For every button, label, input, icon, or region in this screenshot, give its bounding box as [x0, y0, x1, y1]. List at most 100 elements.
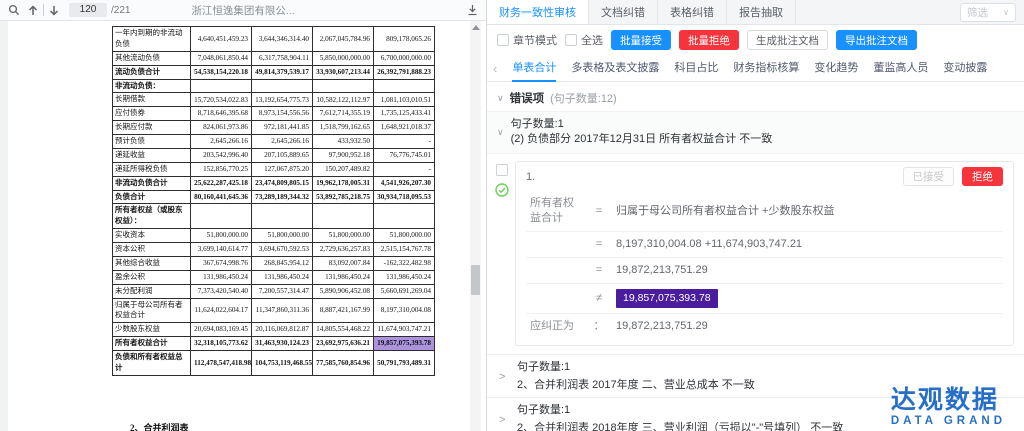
table-cell: 30,934,718,095.53	[374, 190, 435, 204]
formula-label: 应纠正为	[526, 314, 586, 340]
table-cell: 33,930,607,213.44	[313, 65, 374, 79]
item-checkbox[interactable]	[496, 164, 508, 176]
filter-select[interactable]: 筛选 ∨	[960, 3, 1016, 22]
table-cell	[191, 79, 252, 93]
table-row: 应付债券8,718,646,395.688,973,154,556.567,61…	[113, 107, 435, 121]
page-number-input[interactable]: 120	[69, 3, 107, 17]
table-cell: 19,962,178,005.31	[313, 176, 374, 190]
table-cell: 8,197,310,004.08	[374, 298, 435, 323]
highlighted-cell: 19,857,075,393.78	[374, 337, 435, 351]
table-cell: 5,660,691,269.04	[374, 284, 435, 298]
table-cell: -162,322,482.98	[374, 256, 435, 270]
table-cell: 3,694,670,592.53	[252, 243, 313, 257]
table-cell: 2,067,045,784.96	[313, 27, 374, 52]
item-sentence-count: 句子数量:1	[517, 403, 1014, 417]
table-cell: 11,624,022,604.17	[191, 298, 252, 323]
table-row: 预计负债2,645,266.162,645,266.16433,932.50-	[113, 135, 435, 149]
check-category-subtabs: ‹ 单表合计多表格及表文披露科目占比财务指标核算变化趋势董监高人员变动披露	[487, 55, 1024, 82]
audit-panel: 财务一致性审核文档纠错表格纠错报告抽取 筛选 ∨ 章节模式 全选 批量接受 批量…	[487, 0, 1024, 431]
subtab-4[interactable]: 财务指标核算	[733, 55, 799, 82]
error-group-item[interactable]: >句子数量:12、合并利润表 2017年度 二、营业总成本 不一致	[487, 354, 1024, 397]
table-row: 递延收益203,542,996.40207,105,889.6597,900,9…	[113, 148, 435, 162]
scroll-up-icon[interactable]	[472, 25, 480, 30]
viewer-scrollbar[interactable]	[470, 21, 481, 431]
table-row: 所有者权益（或股东权益）：	[113, 204, 435, 229]
table-cell: -	[374, 162, 435, 176]
table-cell: 31,463,930,124.23	[252, 337, 313, 351]
formula-operator: =	[586, 232, 612, 258]
scrollbar-thumb[interactable]	[471, 265, 480, 295]
table-cell	[252, 79, 313, 93]
chevron-right-icon: >	[499, 414, 505, 426]
table-cell: -	[374, 135, 435, 149]
tab-1[interactable]: 财务一致性审核	[487, 0, 589, 24]
table-cell: 131,986,450.24	[252, 270, 313, 284]
check-circle-icon	[495, 183, 509, 197]
batch-accept-button[interactable]: 批量接受	[611, 30, 671, 50]
row-label: 流动负债合计	[113, 65, 191, 79]
tab-4[interactable]: 报告抽取	[727, 0, 796, 24]
subtab-7[interactable]: 变动披露	[943, 55, 987, 82]
row-label: 其他综合收益	[113, 256, 191, 270]
formula-value: 19,872,213,751.29	[612, 258, 1003, 284]
formula-label: 所有者权益合计	[526, 191, 586, 232]
table-cell: 26,392,791,888.23	[374, 65, 435, 79]
filter-label: 筛选	[967, 5, 988, 20]
table-cell: 54,538,154,220.18	[191, 65, 252, 79]
page-down-icon[interactable]	[49, 5, 59, 16]
table-row: 归属于母公司所有者权益合计11,624,022,604.1711,347,860…	[113, 298, 435, 323]
chapter-mode-checkbox[interactable]	[497, 34, 509, 46]
table-row: 未分配利润7,373,420,540.407,200,557,314.475,8…	[113, 284, 435, 298]
download-icon[interactable]	[467, 4, 478, 16]
table-cell: 5,850,000,000.00	[313, 51, 374, 65]
tab-2[interactable]: 文档纠错	[589, 0, 658, 24]
error-detail-section: 1. 已接受 拒绝 所有者权益合计=归属于母公司所有者权益合计 +少数股东权益=…	[487, 154, 1024, 354]
table-cell: 10,582,122,112.97	[313, 93, 374, 107]
table-cell: 51,800,000.00	[191, 229, 252, 243]
subtab-2[interactable]: 多表格及表文披露	[571, 55, 659, 82]
error-section-header[interactable]: ∨ 错误项 (句子数量:12)	[487, 82, 1024, 111]
accepted-button[interactable]: 已接受	[903, 167, 955, 186]
item-sentence-count: 句子数量:1	[517, 360, 1014, 374]
page-margin	[0, 21, 8, 431]
table-cell	[252, 204, 313, 229]
consistency-formula: 所有者权益合计=归属于母公司所有者权益合计 +少数股东权益=8,197,310,…	[526, 191, 1003, 339]
export-annotation-doc-button[interactable]: 导出批注文档	[836, 30, 917, 50]
generate-annotation-doc-button[interactable]: 生成批注文档	[747, 30, 828, 50]
subtab-6[interactable]: 董监高人员	[873, 55, 928, 82]
error-group-item[interactable]: >句子数量:12、合并利润表 2018年度 三、营业利润（亏损以"-"号填列） …	[487, 397, 1024, 431]
table-cell: 131,986,450.24	[191, 270, 252, 284]
error-section-count: (句子数量:12)	[550, 90, 617, 106]
error-section-title: 错误项	[510, 90, 545, 106]
subtab-5[interactable]: 变化趋势	[814, 55, 858, 82]
select-all-toggle[interactable]: 全选	[565, 32, 603, 48]
page-up-icon[interactable]	[28, 5, 38, 16]
row-label: 非流动负债合计	[113, 176, 191, 190]
chevron-down-icon: ∨	[497, 127, 504, 147]
table-row: 负债和所有者权益总计112,478,547,418.98104,753,119,…	[113, 351, 435, 376]
batch-reject-button[interactable]: 批量拒绝	[679, 30, 739, 50]
table-row: 一年内到期的非流动负债4,640,451,459.233,644,346,314…	[113, 27, 435, 52]
row-label: 非流动负债：	[113, 79, 191, 93]
document-area: 一年内到期的非流动负债4,640,451,459.233,644,346,314…	[0, 21, 486, 431]
balance-sheet-table: 一年内到期的非流动负债4,640,451,459.233,644,346,314…	[112, 26, 435, 376]
table-row: 其他综合收益367,674,998.76268,845,954.1283,092…	[113, 256, 435, 270]
chapter-mode-toggle[interactable]: 章节模式	[497, 32, 557, 48]
scroll-left-icon[interactable]: ‹	[493, 62, 497, 75]
table-cell: 51,800,000.00	[374, 229, 435, 243]
reject-button[interactable]: 拒绝	[962, 167, 1003, 186]
error-group-header[interactable]: ∨ 句子数量:1 (2) 负债部分 2017年12月31日 所有者权益合计 不一…	[487, 111, 1024, 154]
table-cell: 80,160,441,645.36	[191, 190, 252, 204]
search-icon[interactable]	[8, 4, 20, 16]
table-cell: 104,753,119,468.55	[252, 351, 313, 376]
table-cell: 1,518,799,162.65	[313, 121, 374, 135]
subtab-1[interactable]: 单表合计	[512, 55, 556, 82]
select-all-checkbox[interactable]	[565, 34, 577, 46]
row-label: 归属于母公司所有者权益合计	[113, 298, 191, 323]
subtab-3[interactable]: 科目占比	[674, 55, 718, 82]
table-cell: 8,887,421,167.99	[313, 298, 374, 323]
row-label: 实收资本	[113, 229, 191, 243]
table-cell: 4,541,926,207.30	[374, 176, 435, 190]
tab-3[interactable]: 表格纠错	[658, 0, 727, 24]
pdf-viewer-pane: 120 /221 浙江恒逸集团有限公... 一年内到期的非流动负债4,640,4…	[0, 0, 487, 431]
